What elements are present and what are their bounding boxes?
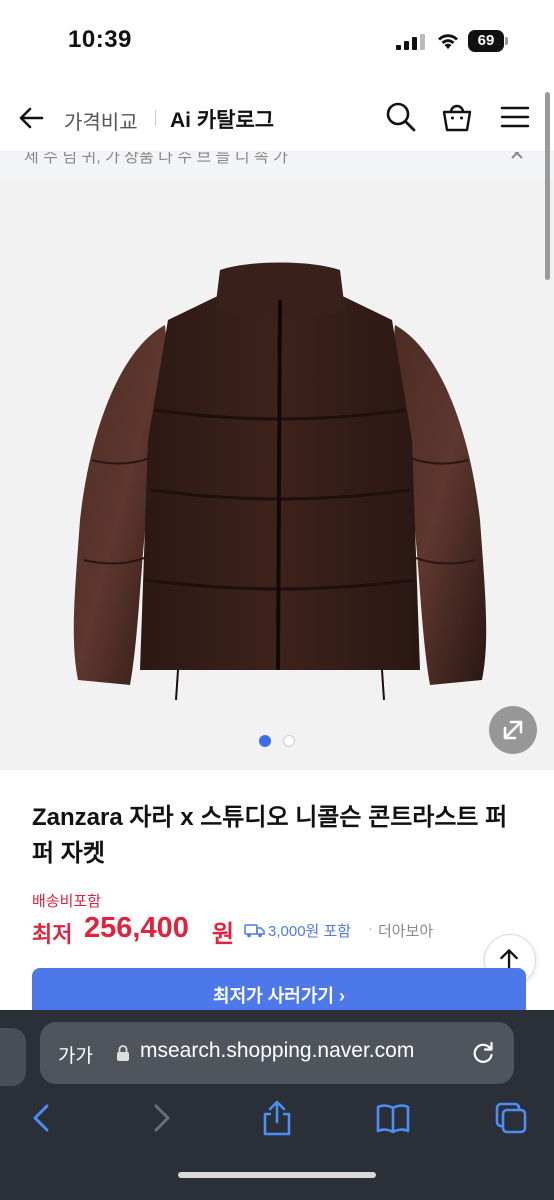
- home-indicator[interactable]: [178, 1172, 376, 1178]
- chevron-right-icon[interactable]: [144, 1098, 178, 1138]
- app-header: 가격비교 Ai 카탈로그: [0, 80, 554, 152]
- expand-icon: [503, 720, 523, 740]
- shopping-bag-icon[interactable]: [440, 100, 474, 134]
- search-icon[interactable]: [384, 100, 418, 134]
- page-settings-button[interactable]: 가가: [58, 1041, 93, 1068]
- lowest-price: 256,400: [84, 912, 189, 944]
- truck-icon: [244, 924, 265, 938]
- page-title[interactable]: Ai 카탈로그: [170, 104, 274, 134]
- notice-text: 세 수 님 귀, 가 상품 다 수 브 들 니 속 가: [24, 152, 288, 166]
- address-bar[interactable]: 가가 msearch.shopping.naver.com: [40, 1022, 514, 1084]
- chevron-left-icon[interactable]: [26, 1098, 60, 1138]
- reload-icon[interactable]: [470, 1040, 496, 1066]
- see-more-link[interactable]: 더아보아: [378, 920, 433, 941]
- hamburger-menu-icon[interactable]: [498, 100, 532, 134]
- status-time: 10:39: [68, 26, 132, 53]
- shipping-fee: 3,000원 포함: [268, 923, 352, 940]
- close-icon[interactable]: [508, 152, 530, 162]
- lock-icon: [117, 1045, 129, 1061]
- price-prefix: 최저: [32, 922, 73, 947]
- wifi-icon: [438, 34, 458, 49]
- slide-indicator-1[interactable]: [259, 735, 271, 747]
- separator: ·: [368, 920, 373, 937]
- cellular-signal-icon: [396, 34, 425, 50]
- product-image-gallery[interactable]: [0, 180, 554, 770]
- notice-banner: 세 수 님 귀, 가 상품 다 수 브 들 니 속 가: [0, 152, 554, 180]
- shipping-included-label: 배송비포함: [32, 893, 102, 910]
- product-image: [73, 262, 487, 701]
- url-text[interactable]: msearch.shopping.naver.com: [140, 1039, 414, 1063]
- price-unit: 원: [212, 921, 235, 948]
- expand-image-button[interactable]: [489, 706, 537, 754]
- page-scrollbar[interactable]: [545, 92, 550, 280]
- status-bar: 10:39 69: [0, 0, 554, 80]
- tabs-icon[interactable]: [494, 1098, 528, 1138]
- share-icon[interactable]: [260, 1098, 294, 1138]
- battery-cap: [505, 37, 508, 45]
- price-compare-link[interactable]: 가격비교: [64, 106, 138, 135]
- slide-indicator-2[interactable]: [283, 735, 295, 747]
- book-icon[interactable]: [376, 1098, 410, 1138]
- battery-level: 69: [468, 30, 504, 52]
- previous-tab-preview[interactable]: [0, 1028, 26, 1086]
- header-divider: [155, 110, 156, 126]
- battery-indicator: 69: [468, 30, 508, 52]
- arrow-left-icon[interactable]: [14, 100, 50, 136]
- product-title: Zanzara 자라 x 스튜디오 니콜슨 콘트라스트 퍼퍼 자켓: [32, 804, 508, 867]
